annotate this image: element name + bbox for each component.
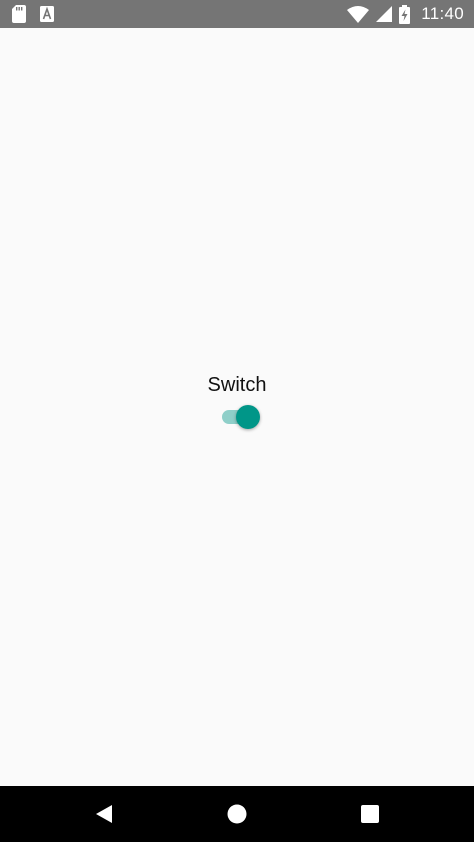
wifi-icon bbox=[347, 5, 370, 23]
status-bar: 11:40 bbox=[0, 0, 474, 28]
back-icon bbox=[95, 804, 113, 824]
battery-charging-icon bbox=[399, 4, 411, 24]
main-content: Switch bbox=[0, 28, 474, 786]
cell-signal-icon bbox=[376, 6, 393, 22]
recents-button[interactable] bbox=[340, 786, 400, 842]
sd-card-icon bbox=[12, 5, 26, 23]
app-screen: 11:40 Switch bbox=[0, 0, 474, 842]
toggle-switch[interactable] bbox=[219, 403, 263, 431]
navigation-bar bbox=[0, 786, 474, 842]
switch-label: Switch bbox=[207, 374, 267, 396]
back-button[interactable] bbox=[74, 786, 134, 842]
home-icon bbox=[227, 804, 247, 824]
home-button[interactable] bbox=[207, 786, 267, 842]
font-a-icon bbox=[40, 6, 54, 22]
status-time: 11:40 bbox=[421, 4, 464, 23]
switch-thumb bbox=[236, 405, 260, 429]
status-right-icons: 11:40 bbox=[347, 0, 464, 28]
status-left-icons bbox=[12, 5, 54, 23]
recents-icon bbox=[361, 805, 379, 823]
